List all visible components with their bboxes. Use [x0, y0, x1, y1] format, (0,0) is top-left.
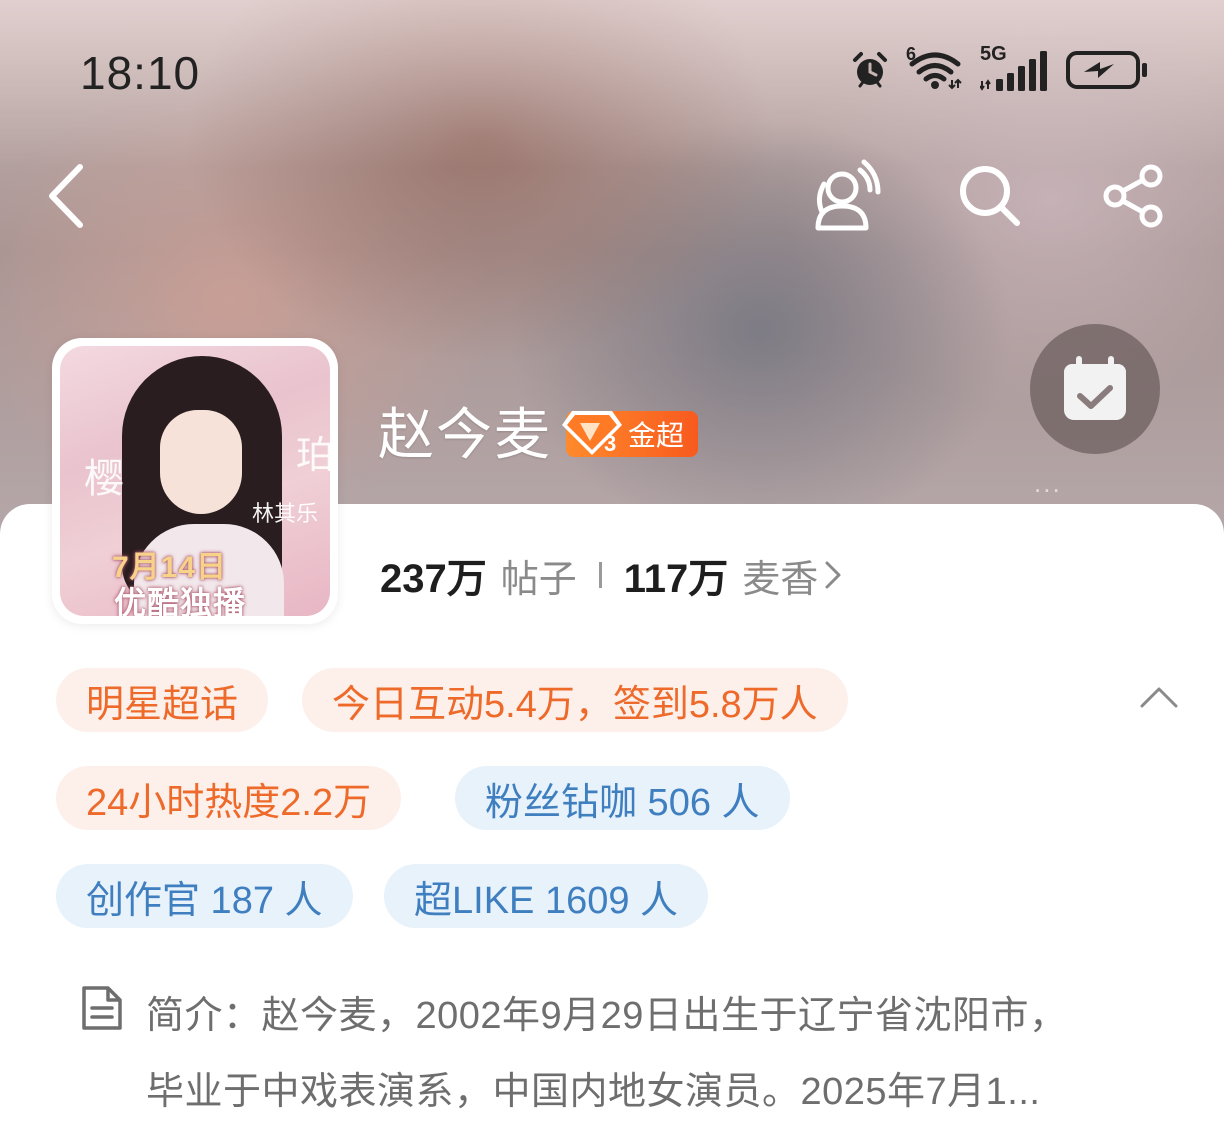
- intro-line-1[interactable]: 简介：赵今麦，2002年9月29日出生于辽宁省沈阳市，: [146, 984, 1067, 1039]
- people-voice-icon: [815, 159, 881, 231]
- document-icon: [80, 984, 124, 1037]
- stats-divider: [598, 562, 602, 588]
- topic-avatar[interactable]: 樱 珀 林其乐 7月14日 优酷独播: [52, 338, 338, 624]
- avatar-poster: 樱 珀 林其乐 7月14日 优酷独播: [60, 346, 330, 616]
- status-bar: 18:10 6 5G: [0, 0, 1224, 130]
- tag-star-topic[interactable]: 明星超话: [56, 668, 269, 732]
- fans-label: 麦香: [742, 558, 819, 601]
- alarm-icon: [850, 50, 890, 90]
- posts-label: 帖子: [500, 558, 577, 601]
- status-time: 18:10: [80, 47, 201, 99]
- fans-count: 117万: [623, 557, 729, 601]
- search-button[interactable]: [950, 156, 1030, 236]
- search-icon: [960, 166, 1020, 226]
- status-icons: 6 5G: [850, 43, 1148, 92]
- stats-row[interactable]: 237万 帖子 117万 麦香: [380, 546, 842, 604]
- calendar-check-icon: [1064, 356, 1126, 420]
- poster-face: [160, 410, 242, 514]
- tag-super-like[interactable]: 超LIKE 1609 人: [384, 864, 709, 928]
- badge-label: 金超: [628, 419, 685, 451]
- share-button[interactable]: [1094, 156, 1174, 236]
- battery-charging-icon: [1066, 50, 1148, 90]
- collapse-button[interactable]: [1134, 672, 1184, 722]
- poster-actor-text: 林其乐: [252, 502, 319, 527]
- chevron-right-icon: [824, 560, 842, 590]
- nav-bar: [0, 150, 1224, 240]
- poster-side-right-text: 珀: [296, 433, 330, 477]
- tag-today-activity[interactable]: 今日互动5.4万，签到5.8万人: [302, 668, 848, 732]
- wifi-icon: 6: [906, 44, 964, 90]
- people-voice-button[interactable]: [806, 156, 886, 236]
- network-label: 5G: [980, 43, 1007, 65]
- checkin-button[interactable]: [1030, 324, 1160, 454]
- level-badge[interactable]: 3 金超: [562, 410, 699, 457]
- signal-5g-icon: 5G: [980, 43, 1050, 91]
- intro-line-2[interactable]: 毕业于中戏表演系，中国内地女演员。2025年7月1...: [146, 1060, 1040, 1115]
- tag-24h-heat[interactable]: 24小时热度2.2万: [56, 766, 402, 830]
- back-button[interactable]: [36, 160, 96, 232]
- poster-channel: 优酷独播: [114, 585, 247, 616]
- share-icon: [1103, 164, 1163, 228]
- title-row: 赵今麦 3 金超: [378, 390, 699, 471]
- nav-actions: [806, 156, 1174, 236]
- badge-level-number: 3: [604, 431, 616, 456]
- poster-side-left-text: 樱: [84, 456, 124, 502]
- posts-count: 237万: [380, 557, 487, 601]
- diamond-icon: 3: [562, 410, 622, 456]
- checkin-faded-label: ...: [1034, 468, 1062, 498]
- chevron-up-icon: [1140, 687, 1178, 708]
- tag-fan-vip[interactable]: 粉丝钻咖 506 人: [455, 766, 790, 830]
- topic-name: 赵今麦: [378, 403, 552, 466]
- wifi-generation: 6: [906, 44, 917, 64]
- back-icon: [49, 164, 83, 228]
- tag-creators[interactable]: 创作官 187 人: [56, 864, 353, 928]
